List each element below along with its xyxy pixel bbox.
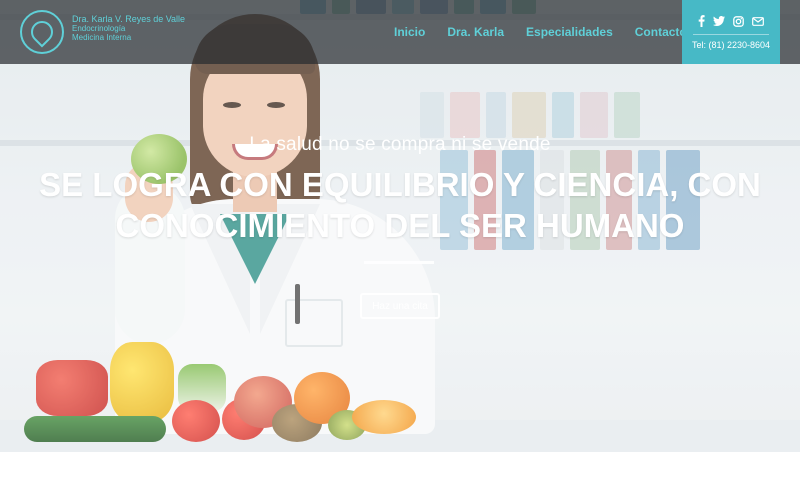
logo-mark-icon <box>26 16 58 48</box>
facebook-icon[interactable] <box>698 15 705 27</box>
logo[interactable] <box>20 10 64 54</box>
social-links <box>682 14 780 28</box>
contact-box: Tel: (81) 2230-8604 <box>682 0 780 64</box>
site-header: Dra. Karla V. Reyes de Valle Endocrinolo… <box>0 0 800 64</box>
hero-divider <box>364 261 434 264</box>
phone-number[interactable]: Tel: (81) 2230-8604 <box>682 40 780 50</box>
nav-item-especialidades[interactable]: Especialidades <box>526 25 613 39</box>
instagram-icon[interactable] <box>733 15 744 27</box>
brand-text[interactable]: Dra. Karla V. Reyes de Valle Endocrinolo… <box>72 14 186 43</box>
hero-headline-line-1: SE LOGRA CON EQUILIBRIO Y CIENCIA, CON <box>39 166 761 203</box>
twitter-icon[interactable] <box>713 16 725 26</box>
nav-item-contacto[interactable]: Contacto <box>635 25 687 39</box>
hero-headline-line-2: CONOCIMIENTO DEL SER HUMANO <box>115 207 685 244</box>
brand-specialty-2: Medicina Interna <box>72 33 132 42</box>
hero-headline: SE LOGRA CON EQUILIBRIO Y CIENCIA, CON C… <box>0 164 800 246</box>
brand-specialty-1: Endocrinología <box>72 24 126 33</box>
nav-item-inicio[interactable]: Inicio <box>394 25 425 39</box>
brand-name: Dra. Karla V. Reyes de Valle <box>72 14 186 24</box>
email-icon[interactable] <box>752 16 764 26</box>
book-appointment-button[interactable]: Haz una cita <box>360 293 440 319</box>
hero-tagline: La salud no se compra ni se vende <box>249 134 551 155</box>
contact-divider <box>693 34 769 35</box>
main-nav: Inicio Dra. Karla Especialidades Contact… <box>394 25 709 39</box>
nav-item-dra-karla[interactable]: Dra. Karla <box>447 25 504 39</box>
content-section-start <box>0 452 800 500</box>
